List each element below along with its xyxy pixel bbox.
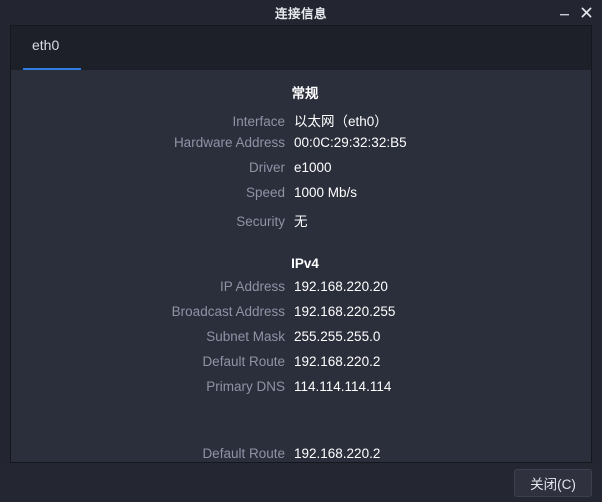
detail-row: Broadcast Address 192.168.220.255 bbox=[11, 304, 591, 329]
close-icon[interactable] bbox=[576, 3, 596, 23]
detail-row: Subnet Mask 255.255.255.0 bbox=[11, 329, 591, 354]
tab-eth0[interactable]: eth0 bbox=[22, 35, 81, 71]
titlebar: 连接信息 bbox=[0, 0, 602, 25]
detail-sections: 常规 Interface 以太网（eth0） Hardware Address … bbox=[11, 70, 591, 462]
detail-value: 00:0C:29:32:32:B5 bbox=[294, 135, 407, 150]
section-ipv4: IPv4 IP Address 192.168.220.20 Broadcast… bbox=[11, 256, 591, 404]
detail-value: e1000 bbox=[294, 160, 332, 175]
detail-row: Hardware Address 00:0C:29:32:32:B5 bbox=[11, 135, 591, 160]
section-general: 常规 Interface 以太网（eth0） Hardware Address … bbox=[11, 82, 591, 235]
detail-label: Hardware Address bbox=[173, 135, 285, 150]
detail-row: Security 无 bbox=[11, 210, 591, 235]
detail-row: Primary DNS 114.114.114.114 bbox=[11, 379, 591, 404]
window-title: 连接信息 bbox=[274, 7, 327, 21]
detail-value: 192.168.220.255 bbox=[294, 304, 396, 319]
detail-row: Driver e1000 bbox=[11, 160, 591, 185]
section-routing: Default Route 192.168.220.2 bbox=[11, 425, 591, 462]
detail-value: 1000 Mb/s bbox=[294, 185, 358, 200]
detail-label: Default Route bbox=[202, 446, 285, 461]
detail-label: Broadcast Address bbox=[171, 304, 285, 319]
detail-value: 192.168.220.2 bbox=[294, 446, 381, 461]
section-heading: 常规 bbox=[291, 86, 319, 101]
detail-label: IP Address bbox=[219, 279, 285, 294]
close-button[interactable]: 关闭(C) bbox=[514, 468, 592, 497]
detail-value: 192.168.220.2 bbox=[294, 354, 381, 369]
detail-row: Default Route 192.168.220.2 bbox=[11, 446, 591, 462]
section-heading bbox=[11, 425, 591, 438]
detail-row: Default Route 192.168.220.2 bbox=[11, 354, 591, 379]
window-controls bbox=[554, 0, 596, 25]
detail-value: 以太网（eth0） bbox=[294, 114, 388, 129]
detail-label: Subnet Mask bbox=[206, 329, 285, 344]
tab-label: eth0 bbox=[32, 37, 60, 53]
detail-value: 无 bbox=[294, 214, 308, 229]
detail-value: 192.168.220.20 bbox=[294, 279, 388, 294]
detail-label: Speed bbox=[245, 185, 285, 200]
minimize-icon[interactable] bbox=[554, 3, 574, 23]
detail-label: Primary DNS bbox=[206, 379, 285, 394]
dialog-footer: 关闭(C) bbox=[0, 463, 602, 502]
detail-label: Interface bbox=[232, 114, 285, 129]
detail-row: IP Address 192.168.220.20 bbox=[11, 279, 591, 304]
detail-row: Interface 以太网（eth0） bbox=[11, 110, 591, 135]
detail-value: 114.114.114.114 bbox=[294, 379, 392, 394]
detail-label: Security bbox=[236, 214, 285, 229]
detail-label: Default Route bbox=[202, 354, 285, 369]
connection-details-panel: 常规 Interface 以太网（eth0） Hardware Address … bbox=[10, 70, 592, 463]
tab-bar: eth0 bbox=[10, 25, 592, 71]
connection-information-window: 连接信息 eth0 常规 Interface 以太网（eth0） Hardwar… bbox=[0, 0, 602, 502]
detail-value: 255.255.255.0 bbox=[294, 329, 381, 344]
detail-row: Speed 1000 Mb/s bbox=[11, 185, 591, 210]
detail-label: Driver bbox=[249, 160, 285, 175]
section-heading: IPv4 bbox=[291, 256, 319, 271]
